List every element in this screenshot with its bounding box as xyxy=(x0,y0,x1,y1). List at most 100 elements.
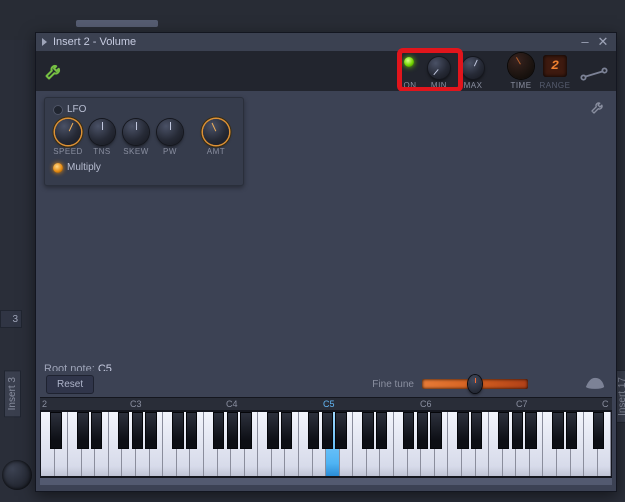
time-knob-wrapper: TIME xyxy=(506,53,536,90)
skew-label: SKEW xyxy=(123,147,149,156)
panel-wrench-icon[interactable] xyxy=(590,99,606,115)
on-label: ON xyxy=(404,81,417,90)
ruler-mark: C6 xyxy=(420,399,432,409)
black-key[interactable] xyxy=(525,412,536,449)
titlebar-menu-icon[interactable] xyxy=(42,38,47,46)
ruler-mark: C7 xyxy=(516,399,528,409)
black-key[interactable] xyxy=(281,412,292,449)
black-key[interactable] xyxy=(403,412,414,449)
fine-tune-label: Fine tune xyxy=(372,379,414,390)
black-key[interactable] xyxy=(376,412,387,449)
black-key[interactable] xyxy=(322,412,333,449)
ruler-mark: C3 xyxy=(130,399,142,409)
ruler-mark-selected: C5 xyxy=(323,399,335,409)
lfo-enable-led[interactable] xyxy=(53,105,63,115)
toolbar: ON MIN MAX TIME 2 RANGE xyxy=(36,51,616,91)
tns-wrapper: TNS xyxy=(87,119,117,156)
piano-scrollbar-thumb[interactable] xyxy=(40,478,612,485)
background: 3 Insert 3 Insert 17 Insert 2 - Volume –… xyxy=(0,0,625,502)
multiply-row[interactable]: Multiply xyxy=(53,162,235,173)
amt-label: AMT xyxy=(207,147,225,156)
bg-channel-number: 3 xyxy=(0,310,22,328)
body: LFO SPEED TNS SKEW xyxy=(36,91,616,491)
lfo-panel: LFO SPEED TNS SKEW xyxy=(44,97,244,186)
bg-mixer-knob[interactable] xyxy=(2,460,32,490)
tns-label: TNS xyxy=(93,147,111,156)
black-key[interactable] xyxy=(186,412,197,449)
black-key[interactable] xyxy=(430,412,441,449)
window-title: Insert 2 - Volume xyxy=(53,36,136,48)
black-key[interactable] xyxy=(335,412,346,449)
black-key[interactable] xyxy=(471,412,482,449)
speed-knob[interactable] xyxy=(55,119,81,145)
multiply-led[interactable] xyxy=(53,163,63,173)
lfo-title: LFO xyxy=(67,104,86,115)
black-key[interactable] xyxy=(213,412,224,449)
multiply-label: Multiply xyxy=(67,162,101,173)
close-icon[interactable]: ✕ xyxy=(596,35,610,49)
piano-keyboard[interactable] xyxy=(40,411,612,477)
black-key[interactable] xyxy=(132,412,143,449)
piano-scrollbar[interactable] xyxy=(40,477,612,485)
black-key[interactable] xyxy=(566,412,577,449)
piano-top: Reset Fine tune xyxy=(40,371,612,397)
ruler-mark: C xyxy=(602,399,609,409)
skew-wrapper: SKEW xyxy=(121,119,151,156)
wrench-icon[interactable] xyxy=(44,61,64,81)
bg-insert3-label[interactable]: Insert 3 xyxy=(4,370,21,417)
time-label: TIME xyxy=(510,81,531,90)
reset-button[interactable]: Reset xyxy=(46,375,94,394)
controller-window: Insert 2 - Volume – ✕ ON MIN xyxy=(35,32,617,492)
black-key[interactable] xyxy=(552,412,563,449)
max-knob-wrapper: MAX xyxy=(458,57,488,90)
black-key[interactable] xyxy=(77,412,88,449)
black-key[interactable] xyxy=(308,412,319,449)
min-knob[interactable] xyxy=(428,57,450,79)
minimize-icon[interactable]: – xyxy=(578,35,592,49)
bg-scrollbar[interactable] xyxy=(76,20,158,27)
range-wrapper: 2 RANGE xyxy=(540,55,570,90)
time-knob[interactable] xyxy=(508,53,534,79)
fine-tune-wrapper: Fine tune xyxy=(372,376,606,392)
range-value[interactable]: 2 xyxy=(543,55,567,77)
black-key[interactable] xyxy=(91,412,102,449)
piano-ruler: 2 C3 C4 C5 C6 C7 C xyxy=(40,397,612,411)
on-led[interactable] xyxy=(404,57,414,67)
min-label: MIN xyxy=(431,81,447,90)
amt-knob[interactable] xyxy=(203,119,229,145)
black-key[interactable] xyxy=(50,412,61,449)
speed-wrapper: SPEED xyxy=(53,119,83,156)
piano-area: Reset Fine tune 2 C3 C xyxy=(40,371,612,485)
black-key[interactable] xyxy=(267,412,278,449)
black-key[interactable] xyxy=(457,412,468,449)
black-key[interactable] xyxy=(240,412,251,449)
titlebar[interactable]: Insert 2 - Volume – ✕ xyxy=(36,33,616,51)
amt-wrapper: AMT xyxy=(201,119,231,156)
on-wrapper: ON xyxy=(400,57,420,90)
tns-knob[interactable] xyxy=(89,119,115,145)
range-label: RANGE xyxy=(540,81,571,90)
black-key[interactable] xyxy=(498,412,509,449)
black-key[interactable] xyxy=(593,412,604,449)
max-knob[interactable] xyxy=(462,57,484,79)
skew-knob[interactable] xyxy=(123,119,149,145)
pw-wrapper: PW xyxy=(155,119,185,156)
black-key[interactable] xyxy=(172,412,183,449)
lfo-header: LFO xyxy=(53,104,235,115)
max-label: MAX xyxy=(464,81,483,90)
black-key[interactable] xyxy=(362,412,373,449)
ruler-mark: 2 xyxy=(42,399,47,409)
preview-note-icon[interactable] xyxy=(584,376,606,392)
speed-label: SPEED xyxy=(53,147,83,156)
link-icon[interactable] xyxy=(580,64,608,84)
black-key[interactable] xyxy=(227,412,238,449)
black-key[interactable] xyxy=(417,412,428,449)
pw-knob[interactable] xyxy=(157,119,183,145)
ruler-mark: C4 xyxy=(226,399,238,409)
fine-tune-thumb[interactable] xyxy=(468,375,482,393)
black-key[interactable] xyxy=(118,412,129,449)
fine-tune-slider[interactable] xyxy=(422,379,528,389)
black-key[interactable] xyxy=(145,412,156,449)
toolbar-right: ON MIN MAX TIME 2 RANGE xyxy=(400,53,608,90)
black-key[interactable] xyxy=(512,412,523,449)
